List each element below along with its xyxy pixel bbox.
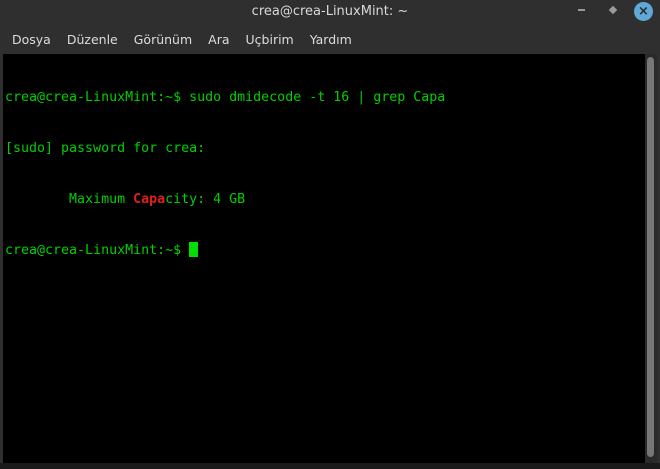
terminal-output[interactable]: crea@crea-LinuxMint:~$ sudo dmidecode -t… [3, 54, 645, 463]
output-prefix: Maximum [5, 192, 134, 207]
menu-dosya[interactable]: Dosya [4, 32, 59, 47]
minimize-button[interactable] [572, 4, 590, 22]
maximize-button[interactable] [604, 4, 622, 22]
menu-ara[interactable]: Ara [200, 32, 237, 47]
cursor [189, 242, 199, 257]
sudo-prompt-line: [sudo] password for crea: [5, 141, 206, 156]
scrollbar-thumb[interactable] [647, 57, 654, 457]
menu-yardim[interactable]: Yardım [302, 32, 360, 47]
prompt-line: crea@crea-LinuxMint:~$ [5, 242, 445, 259]
close-button[interactable]: × [634, 2, 653, 21]
title-bar[interactable]: crea@crea-LinuxMint: ~ × [0, 0, 660, 25]
menu-gorunum[interactable]: Görünüm [126, 32, 200, 47]
maximize-icon [608, 5, 618, 15]
menu-duzenle[interactable]: Düzenle [59, 32, 126, 47]
window-title: crea@crea-LinuxMint: ~ [251, 4, 409, 19]
menu-ucbirim[interactable]: Uçbirim [238, 32, 302, 47]
menu-bar: Dosya Düzenle Görünüm Ara Uçbirim Yardım [0, 25, 660, 53]
minimize-icon [577, 9, 585, 11]
window-bottom-edge [0, 463, 660, 469]
output-line: Maximum Capacity: 4 GB [5, 191, 445, 208]
output-suffix: city: 4 GB [165, 192, 246, 207]
close-icon: × [638, 4, 649, 19]
command-line: crea@crea-LinuxMint:~$ sudo dmidecode -t… [5, 90, 446, 105]
scrollbar[interactable] [645, 54, 657, 463]
prompt: crea@crea-LinuxMint:~$ [5, 243, 190, 258]
grep-match: Capa [133, 192, 166, 207]
